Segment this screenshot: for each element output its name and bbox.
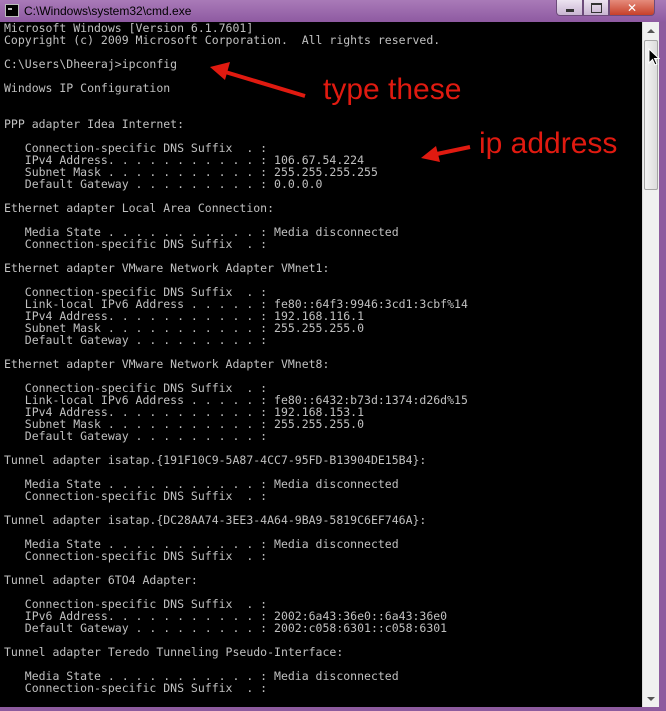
close-icon: ✕: [626, 0, 638, 15]
console-line: Default Gateway . . . . . . . . . :: [4, 333, 268, 347]
minimize-icon: [565, 9, 574, 12]
scroll-up-button[interactable]: [643, 22, 659, 39]
console-line: Tunnel adapter isatap.{191F10C9-5A87-4CC…: [4, 453, 427, 467]
console-line: Windows IP Configuration: [4, 81, 171, 95]
console-line: Copyright (c) 2009 Microsoft Corporation…: [4, 33, 441, 47]
vertical-scrollbar[interactable]: [642, 22, 659, 707]
console-line: Ethernet adapter VMware Network Adapter …: [4, 357, 330, 371]
cmd-window: C:\Windows\system32\cmd.exe ✕ Microsoft …: [0, 0, 666, 711]
console-line: Connection-specific DNS Suffix . :: [4, 681, 268, 695]
console-line: Default Gateway . . . . . . . . . :: [4, 429, 268, 443]
console-line: Connection-specific DNS Suffix . :: [4, 237, 268, 251]
annotation-ip-address: ip address: [479, 127, 618, 160]
console-line: Connection-specific DNS Suffix . :: [4, 549, 268, 563]
console-line: PPP adapter Idea Internet:: [4, 117, 185, 131]
console-line: Tunnel adapter isatap.{DC28AA74-3EE3-4A6…: [4, 513, 427, 527]
scroll-down-button[interactable]: [643, 690, 659, 707]
console-line: Ethernet adapter Local Area Connection:: [4, 201, 275, 215]
chevron-up-icon: [647, 28, 655, 33]
annotation-type-these: type these: [323, 73, 462, 106]
cmd-app-icon[interactable]: [5, 4, 19, 17]
console-line: Ethernet adapter VMware Network Adapter …: [4, 261, 330, 275]
console-line: Tunnel adapter 6TO4 Adapter:: [4, 573, 198, 587]
window-title: C:\Windows\system32\cmd.exe: [24, 4, 192, 18]
maximize-icon: [590, 2, 602, 13]
maximize-button[interactable]: [583, 0, 609, 16]
console-line: C:\Users\Dheeraj>ipconfig: [4, 57, 178, 71]
console-line: Default Gateway . . . . . . . . . : 2002…: [4, 621, 448, 635]
minimize-button[interactable]: [556, 0, 583, 16]
close-button[interactable]: ✕: [609, 0, 655, 16]
console-line: Connection-specific DNS Suffix . :: [4, 489, 268, 503]
console-line: Default Gateway . . . . . . . . . : 0.0.…: [4, 177, 323, 191]
mouse-cursor-icon: [648, 48, 660, 66]
console-output[interactable]: Microsoft Windows [Version 6.1.7601] Copy…: [0, 22, 642, 707]
chevron-down-icon: [647, 696, 655, 701]
console-line: Tunnel adapter Teredo Tunneling Pseudo-I…: [4, 645, 344, 659]
